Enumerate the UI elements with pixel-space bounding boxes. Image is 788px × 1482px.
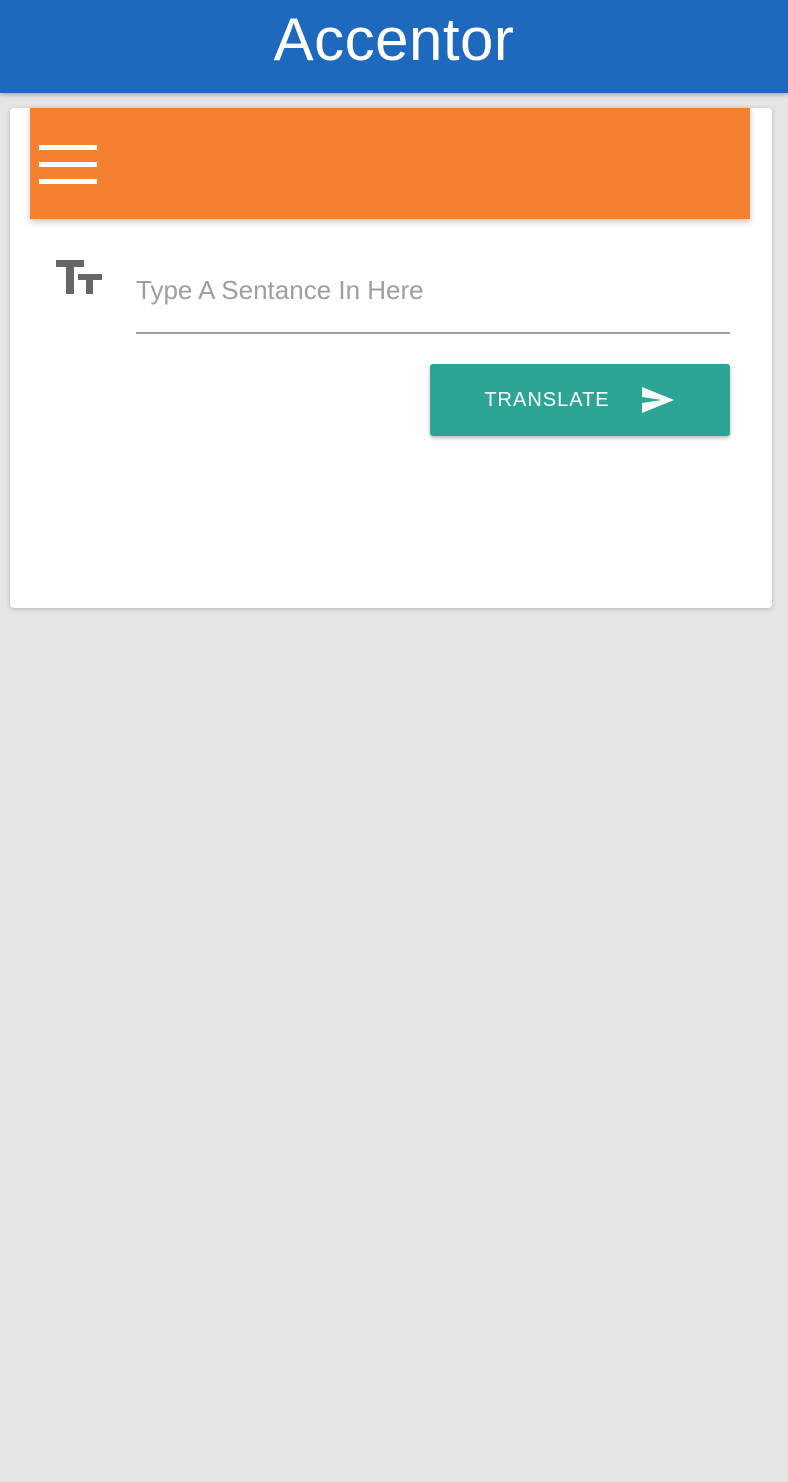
menu-bar-top bbox=[39, 145, 97, 150]
sentence-input-field bbox=[136, 258, 730, 334]
menu-bar-middle bbox=[39, 162, 97, 167]
send-icon bbox=[641, 387, 674, 413]
menu-bar-bottom bbox=[39, 179, 97, 184]
hamburger-menu-icon[interactable] bbox=[39, 145, 97, 185]
translate-button-label: TRANSLATE bbox=[484, 388, 610, 411]
translate-card: TRANSLATE bbox=[10, 108, 772, 608]
app-title: Accentor bbox=[273, 5, 515, 73]
app-bar: Accentor bbox=[0, 0, 788, 93]
translate-button[interactable]: TRANSLATE bbox=[430, 364, 730, 436]
sentence-input[interactable] bbox=[136, 268, 730, 312]
card-toolbar bbox=[30, 108, 750, 219]
text-fields-icon bbox=[56, 258, 104, 298]
